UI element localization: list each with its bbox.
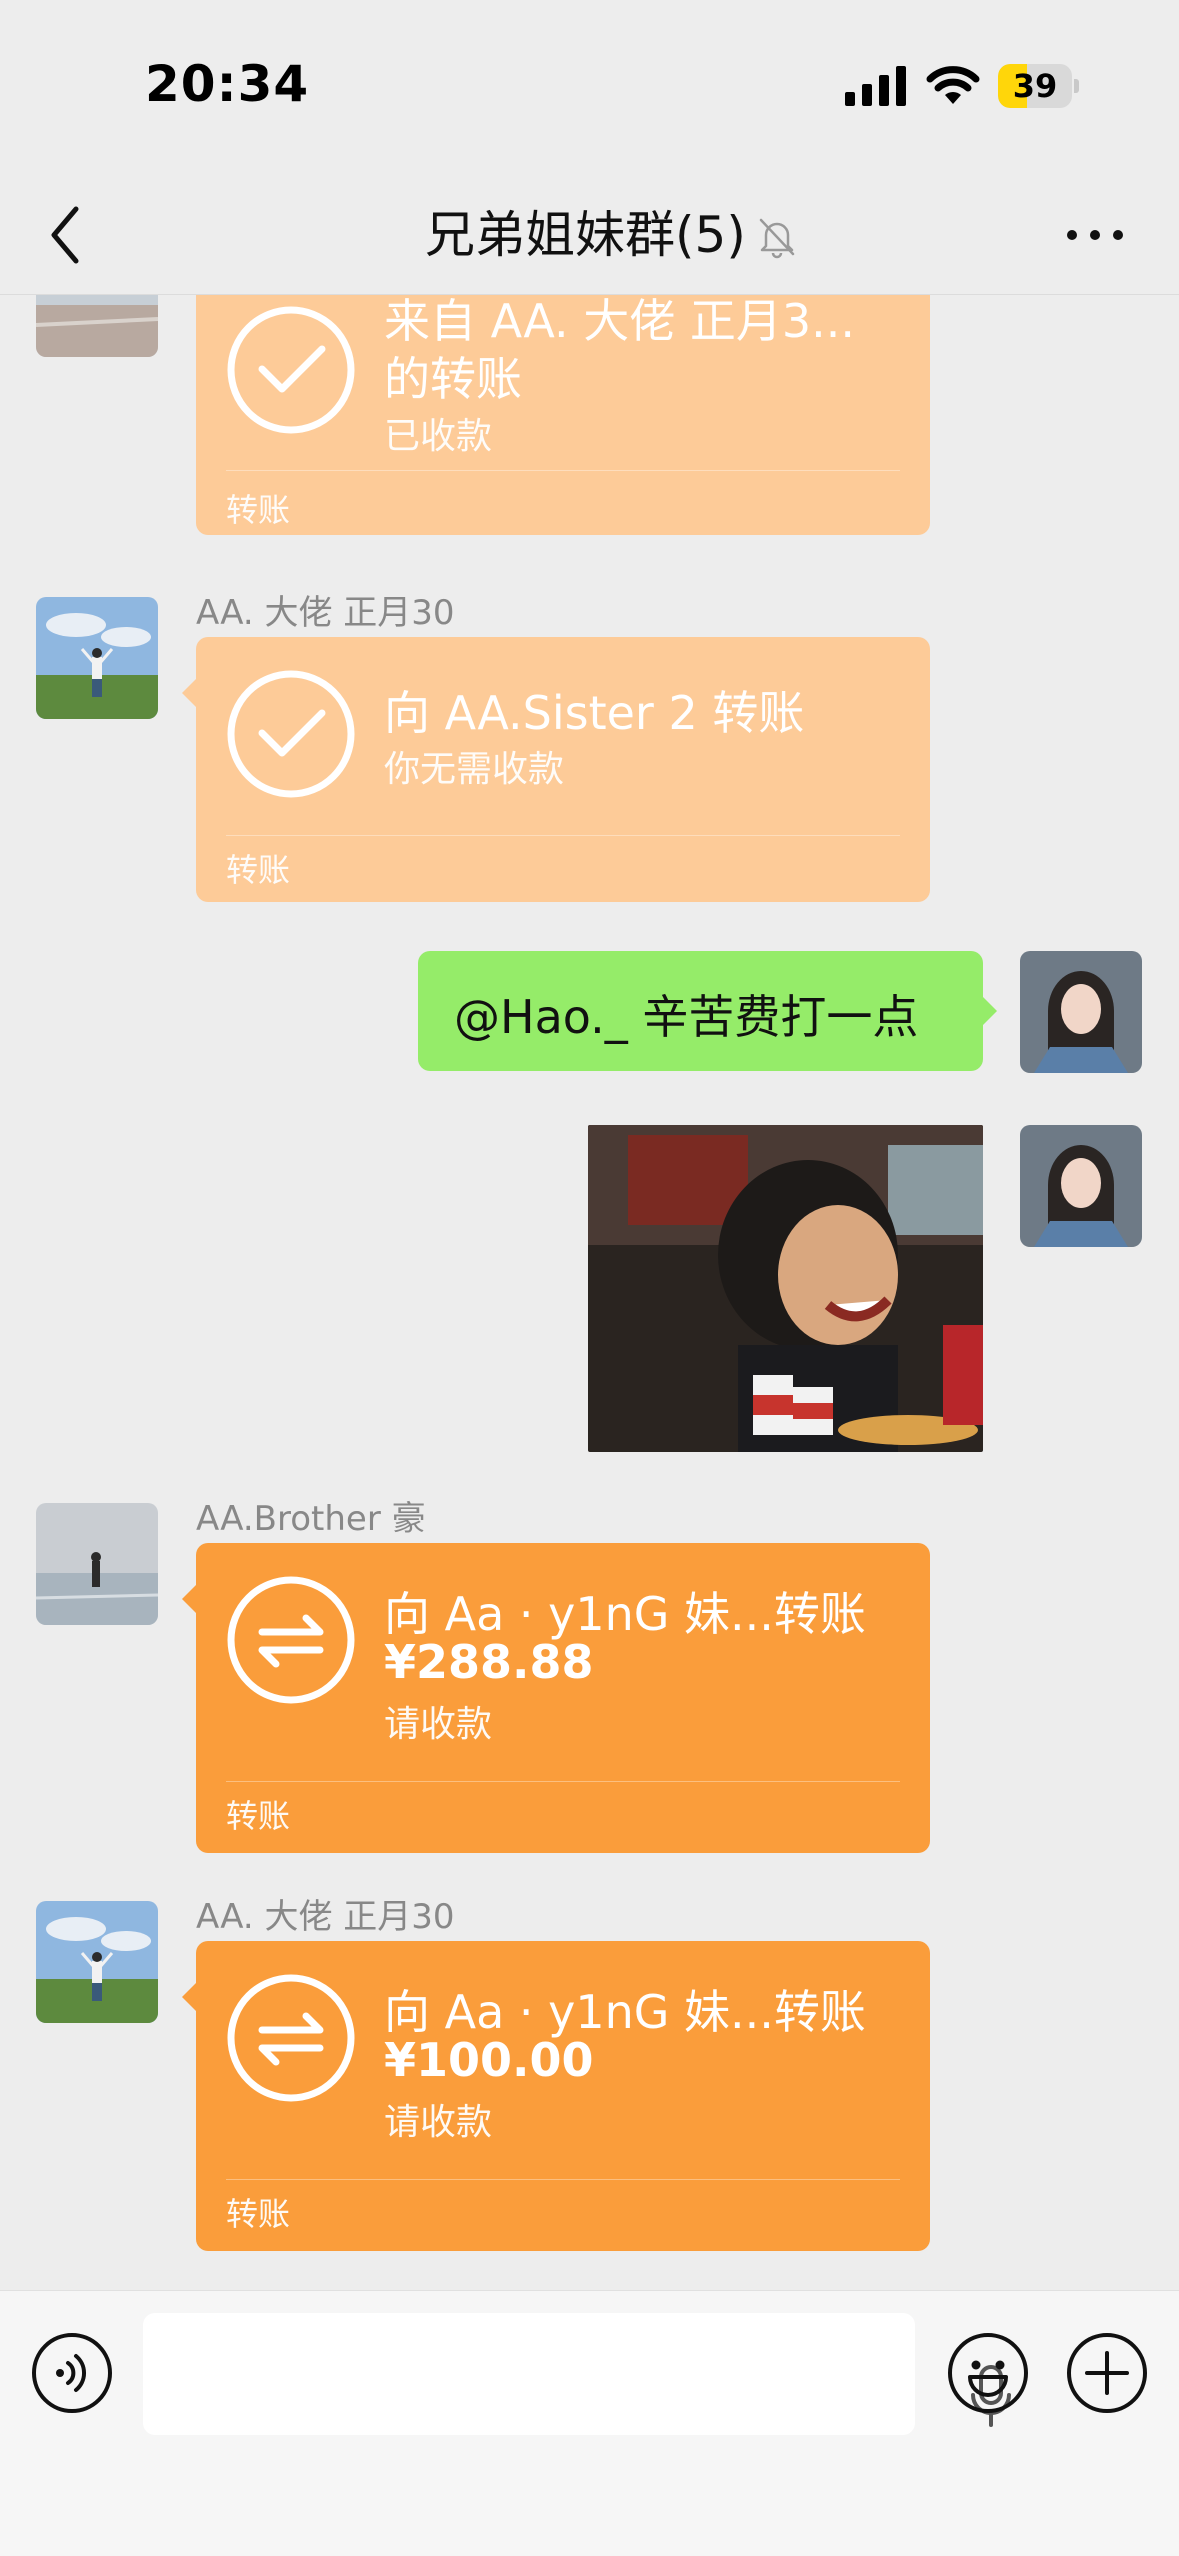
chat-screen: 20:34 39 兄弟姐妹群(5) 来自 AA. 大佬 正月3... 的转账 已… bbox=[0, 0, 1179, 2556]
transfer-arrows-icon bbox=[227, 1576, 355, 1704]
avatar[interactable] bbox=[36, 1503, 158, 1625]
transfer-card-received[interactable]: 来自 AA. 大佬 正月3... 的转账 已收款 转账 bbox=[196, 295, 930, 535]
transfer-status: 请收款 bbox=[384, 2102, 493, 2143]
transfer-status: 已收款 bbox=[384, 416, 493, 457]
plus-icon[interactable] bbox=[1065, 2331, 1149, 2415]
transfer-label: 转账 bbox=[226, 491, 291, 529]
transfer-label: 转账 bbox=[226, 851, 291, 889]
transfer-card-pending[interactable]: 向 Aa · y1nG 妹...转账 ¥288.88 请收款 转账 bbox=[182, 1543, 930, 1853]
message-list[interactable]: 来自 AA. 大佬 正月3... 的转账 已收款 转账 AA. 大佬 正月30 bbox=[0, 295, 1179, 2290]
chat-title[interactable]: 兄弟姐妹群(5) bbox=[425, 197, 746, 273]
transfer-status: 你无需收款 bbox=[384, 749, 565, 790]
back-icon[interactable] bbox=[40, 197, 110, 273]
message-input[interactable] bbox=[143, 2313, 1011, 2435]
emoji-icon[interactable] bbox=[946, 2331, 1030, 2415]
transfer-amount: ¥288.88 bbox=[384, 1635, 594, 1689]
transfer-label: 转账 bbox=[226, 1797, 291, 1835]
input-bar bbox=[0, 2290, 1179, 2556]
sender-name: AA. 大佬 正月30 bbox=[196, 1897, 455, 1937]
wifi-icon bbox=[926, 66, 980, 104]
battery-indicator: 39 bbox=[998, 64, 1079, 108]
cellular-signal-icon bbox=[845, 66, 906, 106]
transfer-card-pending[interactable]: 向 Aa · y1nG 妹...转账 ¥100.00 请收款 转账 bbox=[182, 1941, 930, 2251]
battery-level: 39 bbox=[1012, 67, 1058, 105]
more-icon[interactable] bbox=[1060, 205, 1130, 265]
self-avatar[interactable] bbox=[1020, 951, 1142, 1073]
message-text: @Hao._ 辛苦费打一点 bbox=[454, 990, 919, 1044]
text-message-bubble[interactable]: @Hao._ 辛苦费打一点 bbox=[418, 951, 997, 1071]
sender-name: AA. 大佬 正月30 bbox=[196, 593, 455, 633]
avatar[interactable] bbox=[36, 295, 158, 357]
transfer-card-received[interactable]: 向 AA.Sister 2 转账 你无需收款 转账 bbox=[182, 637, 930, 902]
mute-bell-icon bbox=[759, 218, 795, 259]
sticker-image[interactable] bbox=[588, 1125, 983, 1452]
avatar[interactable] bbox=[36, 597, 158, 719]
check-circle-icon bbox=[227, 306, 355, 434]
status-time: 20:34 bbox=[145, 55, 310, 113]
avatar[interactable] bbox=[36, 1901, 158, 2023]
self-avatar[interactable] bbox=[1020, 1125, 1142, 1247]
transfer-title: 向 AA.Sister 2 转账 bbox=[384, 686, 805, 740]
transfer-title-cont: 的转账 bbox=[384, 352, 522, 406]
sender-name: AA.Brother 豪 bbox=[196, 1499, 426, 1539]
nav-bar: 兄弟姐妹群(5) bbox=[0, 175, 1179, 295]
transfer-status: 请收款 bbox=[384, 1704, 493, 1745]
transfer-label: 转账 bbox=[226, 2195, 291, 2233]
transfer-amount: ¥100.00 bbox=[384, 2033, 594, 2087]
transfer-arrows-icon bbox=[227, 1974, 355, 2102]
check-circle-icon bbox=[227, 670, 355, 798]
status-bar: 20:34 39 bbox=[0, 0, 1179, 175]
voice-icon[interactable] bbox=[30, 2331, 114, 2415]
